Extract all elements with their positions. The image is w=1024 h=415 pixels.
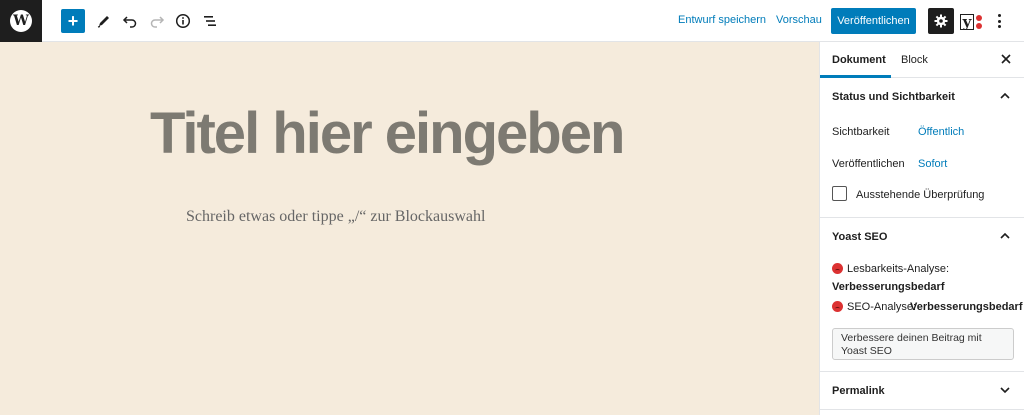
sad-face-icon [832, 263, 843, 274]
readability-status: Verbesserungsbedarf [832, 281, 945, 293]
wordpress-logo-button[interactable]: W [0, 0, 42, 42]
permalink-panel-header[interactable]: Permalink [820, 372, 1024, 410]
yoast-status-dots [976, 15, 982, 29]
permalink-panel: Permalink [820, 372, 1024, 410]
status-visibility-panel: Status und Sichtbarkeit Sichtbarkeit Öff… [820, 78, 1024, 218]
publish-label: Veröffentlichen [832, 158, 905, 170]
editor-canvas: Titel hier eingeben Schreib etwas oder t… [0, 42, 819, 415]
chevron-up-icon [1000, 232, 1010, 239]
status-panel-title: Status und Sichtbarkeit [832, 91, 955, 103]
close-icon [1001, 54, 1011, 64]
more-options-button[interactable] [993, 12, 1005, 30]
info-icon [175, 13, 191, 29]
plus-icon: + [67, 11, 79, 31]
tab-document[interactable]: Dokument [832, 42, 886, 78]
redo-button[interactable] [145, 9, 169, 33]
wordpress-icon: W [10, 10, 32, 32]
yoast-seo-panel: Yoast SEO Lesbarkeits-Analyse: Verbesser… [820, 218, 1024, 372]
visibility-label: Sichtbarkeit [832, 126, 890, 138]
list-view-icon [204, 16, 216, 26]
chevron-up-icon [1000, 92, 1010, 99]
yoast-button[interactable]: y [960, 11, 986, 33]
undo-icon [122, 16, 137, 28]
visibility-toggle[interactable]: Öffentlich [918, 126, 964, 138]
settings-button[interactable] [928, 8, 954, 34]
more-dot-icon [997, 19, 1001, 23]
more-dot-icon [997, 14, 1001, 17]
settings-sidebar: Dokument Block Status und Sichtbarkeit S… [819, 42, 1024, 415]
yoast-panel-header[interactable]: Yoast SEO [820, 218, 1024, 256]
yoast-icon: y [960, 14, 974, 30]
redo-icon [150, 16, 165, 28]
sidebar-tabs: Dokument Block [820, 42, 1024, 78]
chevron-down-icon [1000, 387, 1010, 394]
seo-analysis-label: SEO-Analyse: [847, 301, 917, 313]
post-title-input[interactable]: Titel hier eingeben [150, 100, 625, 167]
block-placeholder[interactable]: Schreib etwas oder tippe „/“ zur Blockau… [186, 208, 485, 226]
close-sidebar-button[interactable] [998, 51, 1014, 67]
yoast-panel-title: Yoast SEO [832, 231, 888, 243]
yoast-improve-button[interactable]: Verbessere deinen Beitrag mit Yoast SEO [832, 328, 1014, 360]
tab-block[interactable]: Block [901, 42, 928, 78]
pending-review-checkbox[interactable] [832, 186, 847, 201]
editor-toolbar: W + Entwurf speichern Vorschau Veröffent… [0, 0, 1024, 42]
readability-label: Lesbarkeits-Analyse: [847, 263, 950, 275]
details-button[interactable] [171, 9, 195, 33]
publish-button[interactable]: Veröffentlichen [831, 8, 916, 34]
publish-date-toggle[interactable]: Sofort [918, 158, 947, 170]
sad-face-icon [832, 301, 843, 312]
preview-button[interactable]: Vorschau [776, 14, 822, 26]
pencil-icon [97, 16, 109, 28]
more-dot-icon [997, 25, 1001, 28]
pending-review-label: Ausstehende Überprüfung [856, 189, 985, 201]
save-draft-button[interactable]: Entwurf speichern [678, 14, 766, 26]
gear-icon [934, 14, 948, 28]
status-panel-header[interactable]: Status und Sichtbarkeit [820, 78, 1024, 116]
tools-button[interactable] [92, 9, 116, 33]
undo-button[interactable] [118, 9, 142, 33]
block-navigation-button[interactable] [198, 9, 222, 33]
add-block-button[interactable]: + [61, 9, 85, 33]
seo-analysis-status: Verbesserungsbedarf [910, 301, 1023, 313]
permalink-panel-title: Permalink [832, 385, 885, 397]
